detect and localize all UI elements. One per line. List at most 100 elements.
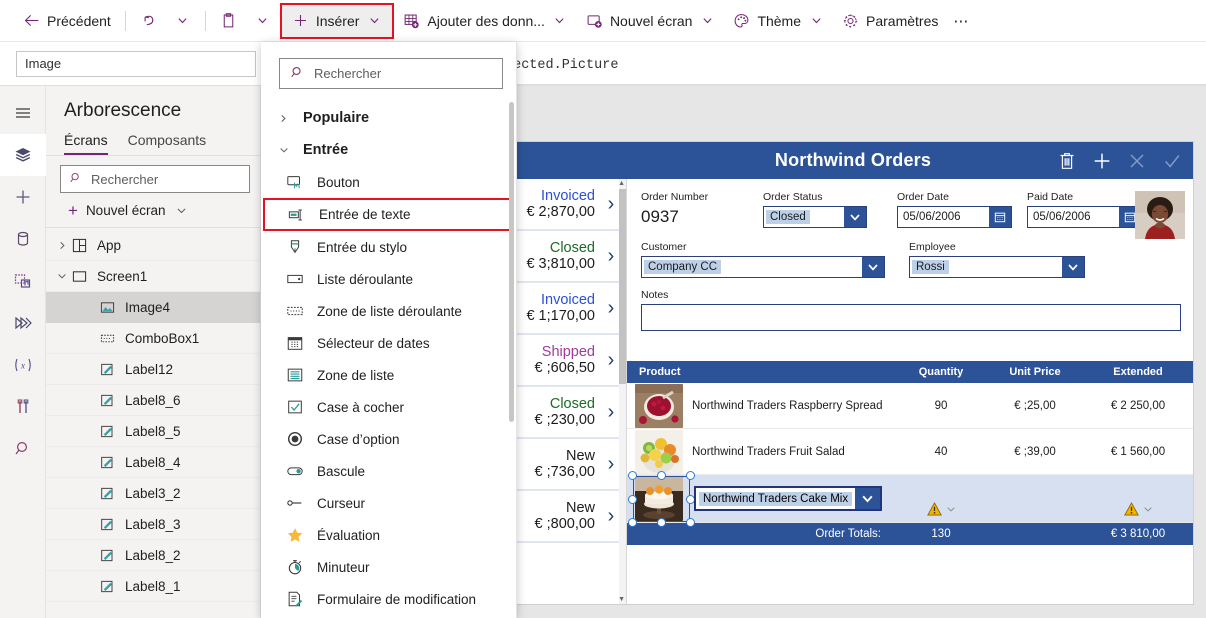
quantity-cell-editing[interactable] [895, 475, 987, 522]
trash-icon[interactable] [1054, 148, 1080, 174]
extended-warning[interactable] [1123, 502, 1153, 519]
flyout-item-curseur[interactable]: Curseur [261, 487, 517, 519]
gallery-scroll-thumb[interactable] [619, 189, 626, 384]
paste-button[interactable] [211, 5, 246, 37]
flyout-item-selecteur-de-dates[interactable]: Sélecteur de dates [261, 327, 517, 359]
more-commands-button[interactable]: ⋯ [947, 7, 975, 35]
resize-handle-s[interactable] [657, 518, 666, 527]
paid-date-input[interactable]: 05/06/2006 [1027, 206, 1142, 228]
gallery-item[interactable]: Shipped € ;606,50 › [513, 335, 626, 387]
chevron-down-icon[interactable] [54, 271, 70, 281]
tree-node-label8-3[interactable]: Label8_3 [46, 509, 260, 540]
back-button[interactable]: Précédent [14, 5, 120, 37]
flyout-group-populaire[interactable]: Populaire [261, 102, 517, 134]
tab-composants[interactable]: Composants [128, 132, 207, 155]
tree-view-icon[interactable] [0, 134, 46, 176]
new-screen-button[interactable]: Nouvel écran [577, 5, 725, 37]
order-status-dropdown[interactable]: Closed [763, 206, 867, 228]
flyout-item-zone-de-liste-deroulante[interactable]: Zone de liste déroulante [261, 295, 517, 327]
insert-plus-icon[interactable] [0, 176, 46, 218]
search-input[interactable]: Rechercher [60, 165, 250, 193]
new-screen-tree-button[interactable]: + Nouvel écran [46, 199, 260, 228]
flyout-item-zone-de-liste[interactable]: Zone de liste [261, 359, 517, 391]
chevron-down-icon[interactable] [862, 257, 884, 277]
resize-handle-sw[interactable] [628, 518, 637, 527]
scroll-up-icon[interactable]: ▲ [618, 180, 625, 187]
search-icon[interactable] [0, 428, 46, 470]
flyout-search-input[interactable]: Rechercher [279, 58, 503, 89]
tree-node-app[interactable]: App [46, 230, 260, 261]
chevron-down-icon[interactable] [1062, 257, 1084, 277]
resize-handle-n[interactable] [657, 471, 666, 480]
tree-node-combobox1[interactable]: ComboBox1 [46, 323, 260, 354]
flyout-item-minuteur[interactable]: Minuteur [261, 551, 517, 583]
table-row[interactable]: Northwind Traders Raspberry Spread 90 € … [627, 383, 1193, 429]
formula-input[interactable]: lected.Picture [505, 53, 1195, 77]
flyout-scroll-thumb[interactable] [509, 102, 514, 422]
tab-ecrans[interactable]: Écrans [64, 132, 108, 155]
tree-node-screen1[interactable]: Screen1 [46, 261, 260, 292]
tree-node-label12[interactable]: Label12 [46, 354, 260, 385]
hamburger-menu-icon[interactable] [0, 92, 46, 134]
extended-cell-editing[interactable] [1083, 475, 1193, 522]
undo-button[interactable] [131, 5, 166, 37]
close-x-icon[interactable] [1124, 148, 1150, 174]
media-icon[interactable] [0, 260, 46, 302]
chevron-down-icon[interactable] [946, 504, 956, 517]
calendar-icon[interactable] [989, 207, 1011, 227]
flyout-scrollbar[interactable] [509, 102, 514, 618]
gallery-item[interactable]: Invoiced € 1;170,00 › [513, 283, 626, 335]
tree-node-label8-4[interactable]: Label8_4 [46, 447, 260, 478]
paste-dropdown[interactable] [246, 5, 280, 37]
table-row[interactable]: Northwind Traders Fruit Salad 40 € ;39,0… [627, 429, 1193, 475]
product-combobox-editing[interactable]: Northwind Traders Cake Mix [694, 486, 882, 511]
table-row-editing[interactable]: Northwind Traders Cake Mix [627, 471, 1193, 527]
flyout-item-entree-du-stylo[interactable]: Entrée du stylo [261, 231, 517, 263]
flyout-item-formulaire-de-modification[interactable]: Formulaire de modification [261, 583, 517, 615]
chevron-down-icon[interactable] [855, 488, 880, 509]
plus-icon[interactable] [1089, 148, 1115, 174]
flyout-item-bouton[interactable]: Bouton [261, 166, 517, 198]
flyout-item-entree-de-texte[interactable]: Entrée de texte [263, 198, 511, 231]
gallery-item[interactable]: New € ;736,00 › [513, 439, 626, 491]
customer-dropdown[interactable]: Company CC [641, 256, 885, 278]
chevron-down-icon[interactable] [1143, 504, 1153, 517]
resize-handle-se[interactable] [686, 518, 695, 527]
quantity-warning[interactable] [926, 502, 956, 519]
tree-node-label8-1[interactable]: Label8_1 [46, 571, 260, 602]
flyout-item-bascule[interactable]: Bascule [261, 455, 517, 487]
resize-handle-ne[interactable] [686, 471, 695, 480]
flyout-item-evaluation[interactable]: Évaluation [261, 519, 517, 551]
tree-node-label8-5[interactable]: Label8_5 [46, 416, 260, 447]
tree-node-label8-6[interactable]: Label8_6 [46, 385, 260, 416]
undo-dropdown[interactable] [166, 5, 200, 37]
flyout-item-case-d-option[interactable]: Case d’option [261, 423, 517, 455]
resize-handle-w[interactable] [628, 495, 637, 504]
add-data-button[interactable]: Ajouter des donn... [394, 5, 577, 37]
order-date-input[interactable]: 05/06/2006 [897, 206, 1012, 228]
gallery-item[interactable]: Closed € ;230,00 › [513, 387, 626, 439]
gallery-item[interactable]: New € ;800,00 › [513, 491, 626, 543]
tree-node-label3-2[interactable]: Label3_2 [46, 478, 260, 509]
gallery-item[interactable]: Closed € 3;810,00 › [513, 231, 626, 283]
notes-input[interactable] [641, 304, 1181, 331]
tree-node-label8-2[interactable]: Label8_2 [46, 540, 260, 571]
tools-icon[interactable] [0, 386, 46, 428]
insert-button[interactable]: Insérer [279, 2, 395, 39]
chevron-down-icon[interactable] [844, 207, 866, 227]
property-selector[interactable]: Image [16, 50, 256, 77]
settings-button[interactable]: Paramètres [833, 5, 947, 37]
chevron-right-icon[interactable] [54, 241, 70, 250]
checkmark-icon[interactable] [1159, 148, 1185, 174]
flyout-item-case-a-cocher[interactable]: Case à cocher [261, 391, 517, 423]
variables-icon[interactable]: x [0, 344, 46, 386]
gallery-item[interactable]: Invoiced € 2;870,00 › [513, 179, 626, 231]
resize-handle-nw[interactable] [628, 471, 637, 480]
selection-handles[interactable] [628, 471, 695, 527]
employee-dropdown[interactable]: Rossi [909, 256, 1085, 278]
data-icon[interactable] [0, 218, 46, 260]
scroll-down-icon[interactable]: ▼ [618, 596, 625, 603]
flyout-item-liste-deroulante[interactable]: Liste déroulante [261, 263, 517, 295]
gallery-scrollbar[interactable]: ▲ ▼ [618, 179, 626, 604]
power-automate-icon[interactable] [0, 302, 46, 344]
